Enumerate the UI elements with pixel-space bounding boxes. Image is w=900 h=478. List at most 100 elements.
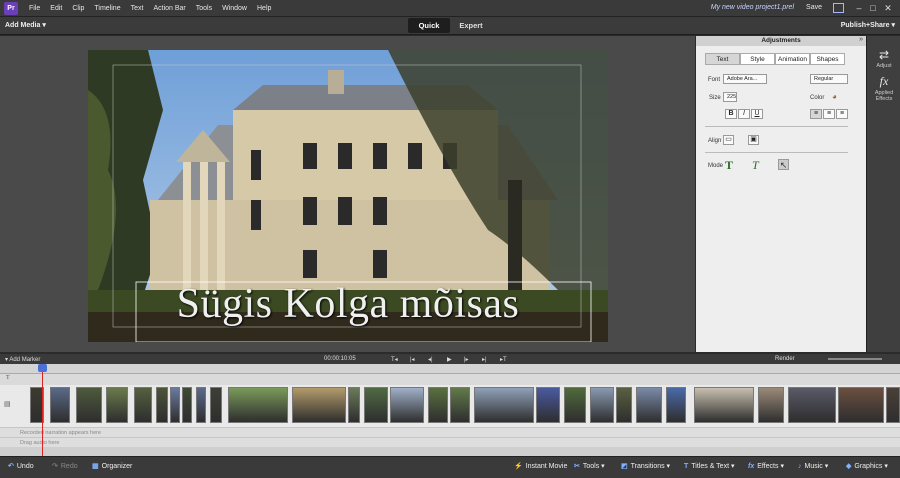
save-button[interactable]: Save <box>806 4 822 11</box>
collapse-panel-button[interactable]: » <box>859 36 863 43</box>
tab-shapes[interactable]: Shapes <box>810 53 845 65</box>
video-clip[interactable] <box>838 387 884 423</box>
video-clip[interactable] <box>636 387 662 423</box>
sidebar-item-applied-effects[interactable]: fx Applied Effects <box>867 74 900 102</box>
video-clip[interactable] <box>474 387 534 423</box>
maximize-button[interactable]: □ <box>868 3 878 13</box>
close-button[interactable]: ✕ <box>883 3 893 13</box>
align-horizontal-icon[interactable]: ▭ <box>723 135 734 145</box>
add-media-button[interactable]: Add Media ▾ <box>5 21 46 29</box>
video-clip[interactable] <box>428 387 448 423</box>
video-clip[interactable] <box>758 387 784 423</box>
action-bar: ↶ Undo ↷ Redo ▦ Organizer ⚡ Instant Movie ✂ T… <box>0 456 900 478</box>
timecode-display: 00:00:10:05 <box>324 356 356 362</box>
font-dropdown[interactable]: Adobe Ara... <box>723 74 767 84</box>
add-marker-button[interactable]: ▾ Add Marker <box>5 356 40 363</box>
tab-quick[interactable]: Quick <box>408 18 450 33</box>
tools-button[interactable]: ✂ Tools ▾ <box>574 462 605 470</box>
tab-expert[interactable]: Expert <box>450 18 492 33</box>
music-button[interactable]: ♪ Music ▾ <box>798 462 828 470</box>
menu-help[interactable]: Help <box>252 5 276 12</box>
menu-text[interactable]: Text <box>126 5 149 12</box>
video-track[interactable]: ▤ <box>0 385 900 427</box>
graphics-button[interactable]: ◆ Graphics ▾ <box>846 462 888 470</box>
sidebar-item-adjust[interactable]: ⇄ Adjust <box>867 48 900 69</box>
transitions-button[interactable]: ◩ Transitions ▾ <box>621 462 670 470</box>
video-clip[interactable] <box>50 387 70 423</box>
goto-prev-edit-button[interactable]: |◂ <box>410 356 415 363</box>
audio-track[interactable]: Drag audio here <box>0 437 900 447</box>
italic-button[interactable]: I <box>738 109 750 119</box>
text-path-mode-icon[interactable]: T <box>752 158 759 173</box>
video-clip[interactable] <box>170 387 180 423</box>
video-clip[interactable] <box>788 387 836 423</box>
redo-button[interactable]: ↷ Redo <box>52 462 78 470</box>
render-button[interactable]: Render <box>775 356 795 362</box>
video-clip[interactable] <box>292 387 346 423</box>
goto-start-button[interactable]: T◂ <box>391 356 398 363</box>
underline-button[interactable]: U <box>751 109 763 119</box>
video-clip[interactable] <box>616 387 632 423</box>
video-clip[interactable] <box>390 387 424 423</box>
video-clip[interactable] <box>364 387 388 423</box>
tab-text[interactable]: Text <box>705 53 740 65</box>
align-left-icon[interactable]: ≡ <box>810 109 822 119</box>
font-style-dropdown[interactable]: Regular <box>810 74 848 84</box>
goto-end-button[interactable]: ▸T <box>500 356 507 363</box>
narration-track[interactable]: Recorded narration appears here <box>0 427 900 437</box>
video-clip[interactable] <box>228 387 288 423</box>
timeline-scrollbar[interactable] <box>0 447 900 456</box>
video-clip[interactable] <box>450 387 470 423</box>
video-clip[interactable] <box>590 387 614 423</box>
video-clip[interactable] <box>666 387 686 423</box>
video-clip[interactable] <box>76 387 102 423</box>
undo-button[interactable]: ↶ Undo <box>8 462 34 470</box>
playhead-handle[interactable] <box>38 364 47 372</box>
color-picker-icon[interactable]: ◕ <box>832 92 837 101</box>
align-vertical-icon[interactable]: ▣ <box>748 135 759 145</box>
titles-text-button[interactable]: T Titles & Text ▾ <box>684 462 734 470</box>
title-track[interactable]: T <box>0 374 900 385</box>
video-clip[interactable] <box>156 387 168 423</box>
instant-movie-button[interactable]: ⚡ Instant Movie <box>514 462 567 470</box>
video-clip[interactable] <box>182 387 192 423</box>
fullscreen-icon[interactable] <box>833 3 844 13</box>
tab-animation[interactable]: Animation <box>775 53 810 65</box>
align-right-icon[interactable]: ≡ <box>836 109 848 119</box>
menu-clip[interactable]: Clip <box>67 5 89 12</box>
menu-timeline[interactable]: Timeline <box>89 5 125 12</box>
menu-edit[interactable]: Edit <box>45 5 67 12</box>
minimize-button[interactable]: – <box>854 3 864 13</box>
time-ruler[interactable] <box>0 364 900 374</box>
size-field[interactable]: 225 <box>723 92 737 102</box>
effects-button[interactable]: fx Effects ▾ <box>748 462 784 470</box>
video-clip[interactable] <box>564 387 586 423</box>
step-back-button[interactable]: ◂| <box>428 356 433 363</box>
organizer-button[interactable]: ▦ Organizer <box>92 462 132 470</box>
bold-button[interactable]: B <box>725 109 737 119</box>
video-clip[interactable] <box>886 387 900 423</box>
video-clip[interactable] <box>196 387 206 423</box>
video-preview[interactable]: Sügis Kolga mõisas <box>88 50 608 342</box>
text-mode-icon[interactable]: T <box>725 158 733 173</box>
menu-action-bar[interactable]: Action Bar <box>148 5 190 12</box>
tab-style[interactable]: Style <box>740 53 775 65</box>
title-text-overlay[interactable]: Sügis Kolga mõisas <box>88 280 608 328</box>
video-clip[interactable] <box>106 387 128 423</box>
video-clip[interactable] <box>536 387 560 423</box>
playhead[interactable] <box>42 364 43 456</box>
menu-tools[interactable]: Tools <box>191 5 217 12</box>
video-clip[interactable] <box>210 387 222 423</box>
align-center-icon[interactable]: ≡ <box>823 109 835 119</box>
step-forward-button[interactable]: |▸ <box>464 356 469 363</box>
publish-share-button[interactable]: Publish+Share ▾ <box>841 21 895 29</box>
zoom-slider[interactable] <box>828 358 882 360</box>
video-clip[interactable] <box>694 387 754 423</box>
select-mode-icon[interactable]: ↖ <box>778 159 789 170</box>
menu-file[interactable]: File <box>24 5 45 12</box>
goto-next-edit-button[interactable]: ▸| <box>482 356 487 363</box>
menu-window[interactable]: Window <box>217 5 252 12</box>
video-clip[interactable] <box>134 387 152 423</box>
video-clip[interactable] <box>348 387 360 423</box>
play-button[interactable]: ▶ <box>447 356 452 363</box>
